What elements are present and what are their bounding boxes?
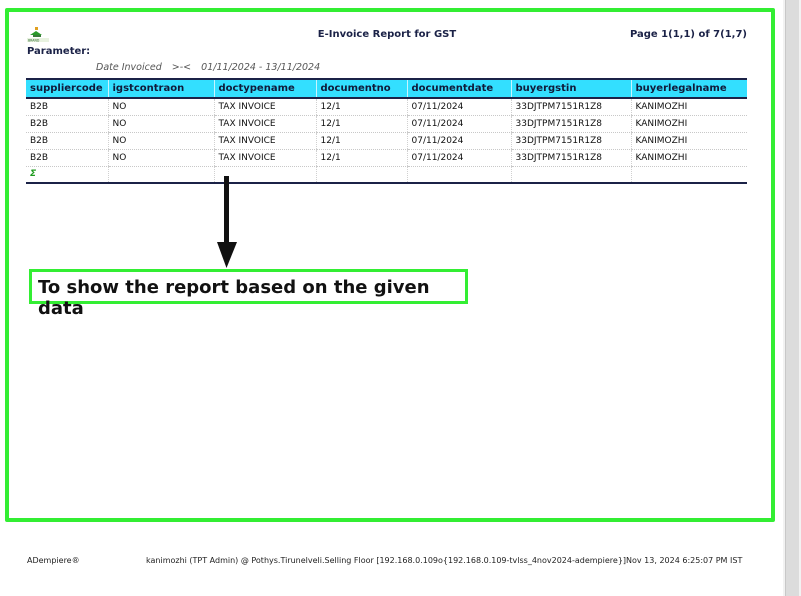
cell-documentno[interactable]: 12/1 <box>315 149 407 167</box>
down-arrow-icon <box>217 176 237 268</box>
cell-buyergstin: 33DJTPM7151R1Z8 <box>510 149 631 167</box>
column-header-igstcontraon[interactable]: igstcontraon <box>107 78 214 99</box>
cell-suppliercode: B2B <box>26 149 108 167</box>
cell-suppliercode: B2B <box>26 132 108 150</box>
table-row[interactable]: B2B NO TAX INVOICE 12/1 07/11/2024 33DJT… <box>26 115 747 133</box>
cell-documentdate: 07/11/2024 <box>406 98 511 116</box>
cell-documentdate: 07/11/2024 <box>406 132 511 150</box>
footer-brand: ADempiere® <box>27 556 80 565</box>
parameter-name: Date Invoiced <box>96 62 162 73</box>
cell-doctypename: TAX INVOICE <box>213 132 316 150</box>
table-row[interactable]: B2B NO TAX INVOICE 12/1 07/11/2024 33DJT… <box>26 132 747 150</box>
cell-documentno[interactable]: 12/1 <box>315 98 407 116</box>
cell-doctypename: TAX INVOICE <box>213 115 316 133</box>
cell-buyergstin: 33DJTPM7151R1Z8 <box>510 132 631 150</box>
cell-buyerlegalname: KANIMOZHI <box>630 115 747 133</box>
column-header-doctypename[interactable]: doctypename <box>213 78 316 99</box>
sum-icon: Σ <box>30 169 37 180</box>
cell-igstcontraon: NO <box>107 149 214 167</box>
total-cell <box>315 166 407 184</box>
parameter-operator: >-< <box>171 62 192 73</box>
scrollbar-thumb[interactable] <box>785 0 799 596</box>
total-row: Σ <box>26 166 747 184</box>
footer-session-info: kanimozhi (TPT Admin) @ Pothys.Tirunelve… <box>146 556 743 565</box>
page-info: Page 1(1,1) of 7(1,7) <box>629 29 747 40</box>
total-cell <box>107 166 214 184</box>
table-header-row: suppliercode igstcontraon doctypename do… <box>26 78 747 99</box>
column-header-documentdate[interactable]: documentdate <box>406 78 511 99</box>
total-cell <box>510 166 631 184</box>
column-header-suppliercode[interactable]: suppliercode <box>26 78 108 99</box>
cell-documentdate: 07/11/2024 <box>406 115 511 133</box>
vertical-scrollbar[interactable] <box>783 0 801 596</box>
cell-buyerlegalname: KANIMOZHI <box>630 132 747 150</box>
annotation-callout: To show the report based on the given da… <box>29 269 468 319</box>
report-table: suppliercode igstcontraon doctypename do… <box>26 78 747 184</box>
cell-suppliercode: B2B <box>26 115 108 133</box>
column-header-buyerlegalname[interactable]: buyerlegalname <box>630 78 747 99</box>
total-cell <box>406 166 511 184</box>
cell-documentno[interactable]: 12/1 <box>315 115 407 133</box>
table-row[interactable]: B2B NO TAX INVOICE 12/1 07/11/2024 33DJT… <box>26 98 747 116</box>
sum-cell: Σ <box>26 166 108 184</box>
total-cell <box>630 166 747 184</box>
cell-documentno[interactable]: 12/1 <box>315 132 407 150</box>
parameter-value: 01/11/2024 - 13/11/2024 <box>201 62 321 73</box>
cell-buyerlegalname: KANIMOZHI <box>630 149 747 167</box>
cell-buyergstin: 33DJTPM7151R1Z8 <box>510 98 631 116</box>
column-header-documentno[interactable]: documentno <box>315 78 407 99</box>
parameter-label: Parameter: <box>27 46 91 57</box>
cell-buyerlegalname: KANIMOZHI <box>630 98 747 116</box>
parameter-row: Date Invoiced >-< 01/11/2024 - 13/11/202… <box>96 62 327 73</box>
cell-igstcontraon: NO <box>107 98 214 116</box>
table-row[interactable]: B2B NO TAX INVOICE 12/1 07/11/2024 33DJT… <box>26 149 747 167</box>
cell-doctypename: TAX INVOICE <box>213 149 316 167</box>
cell-doctypename: TAX INVOICE <box>213 98 316 116</box>
cell-igstcontraon: NO <box>107 115 214 133</box>
column-header-buyergstin[interactable]: buyergstin <box>510 78 631 99</box>
cell-igstcontraon: NO <box>107 132 214 150</box>
cell-documentdate: 07/11/2024 <box>406 149 511 167</box>
cell-suppliercode: B2B <box>26 98 108 116</box>
cell-buyergstin: 33DJTPM7151R1Z8 <box>510 115 631 133</box>
